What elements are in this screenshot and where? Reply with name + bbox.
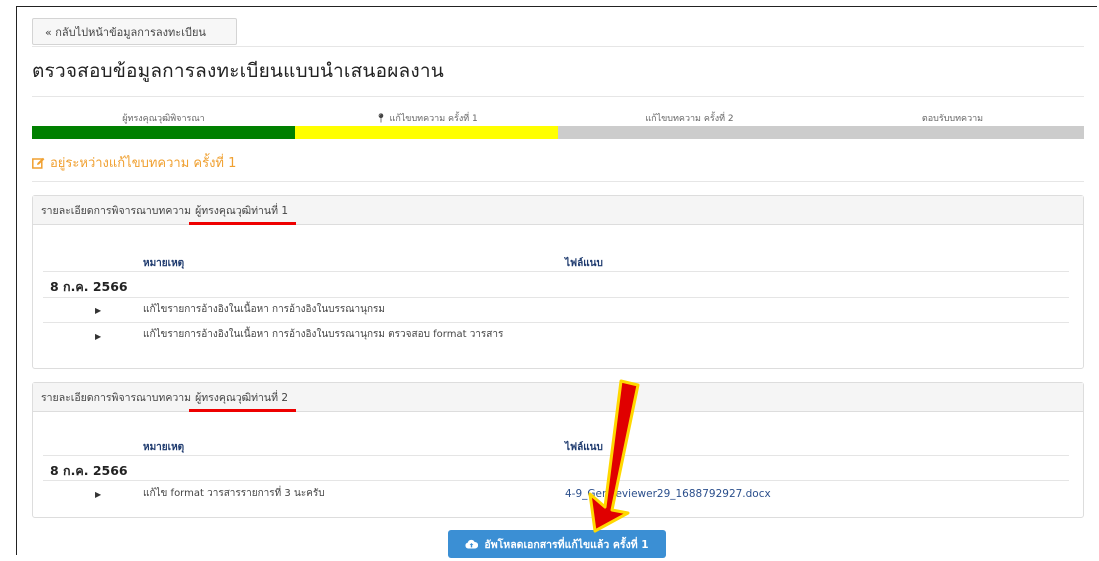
edit-icon: [32, 157, 45, 169]
panel-heading: รายละเอียดการพิจารณาบทความ ผู้ทรงคุณวุฒิ…: [33, 196, 1083, 225]
reviewer-name: ผู้ทรงคุณวุฒิท่านที่ 2: [189, 389, 297, 412]
red-underline-annotation: [189, 408, 297, 412]
attachment-link[interactable]: 4-9_GenReviewer29_1688792927.docx: [565, 488, 771, 500]
red-underline-annotation: [189, 221, 297, 225]
progress-steps: ผู้ทรงคุณวุฒิพิจารณา 📍︎ แก้ไขบทความ ครั้…: [32, 111, 1084, 141]
table-divider: [43, 271, 1069, 272]
step-label-4: ตอบรับบทความ: [921, 114, 984, 124]
column-header-file: ไฟล์แนบ: [565, 442, 603, 453]
upload-button-label: อัพโหลดเอกสารที่แก้ไขแล้ว ครั้งที่ 1: [484, 538, 649, 551]
progress-bar-step-2: [295, 126, 558, 139]
review-date: 8 ก.ค. 2566: [50, 279, 128, 294]
review-panel-2: รายละเอียดการพิจารณาบทความ ผู้ทรงคุณวุฒิ…: [32, 382, 1084, 518]
table-divider: [43, 297, 1069, 298]
back-button-label: « กลับไปหน้าข้อมูลการลงทะเบียน: [45, 25, 206, 39]
list-item: แก้ไขรายการอ้างอิงในเนื้อหา การอ้างอิงใน…: [143, 329, 504, 340]
back-to-registration-button[interactable]: « กลับไปหน้าข้อมูลการลงทะเบียน: [32, 18, 237, 45]
column-header-note: หมายเหตุ: [143, 442, 185, 453]
review-date: 8 ก.ค. 2566: [50, 463, 128, 478]
status-message: อยู่ระหว่างแก้ไขบทความ ครั้งที่ 1: [32, 152, 236, 173]
expand-caret-icon[interactable]: ▶: [95, 490, 101, 499]
table-divider: [43, 480, 1069, 481]
upload-revised-document-button[interactable]: อัพโหลดเอกสารที่แก้ไขแล้ว ครั้งที่ 1: [448, 530, 666, 558]
step-label-3: แก้ไขบทความ ครั้งที่ 2: [645, 114, 734, 124]
column-header-note: หมายเหตุ: [143, 258, 185, 269]
column-header-file: ไฟล์แนบ: [565, 258, 603, 269]
divider: [32, 96, 1084, 97]
progress-bar-step-4: [821, 126, 1084, 139]
list-item: แก้ไขรายการอ้างอิงในเนื้อหา การอ้างอิงใน…: [143, 304, 385, 315]
progress-bar-step-1: [32, 126, 295, 139]
cloud-upload-icon: [465, 539, 479, 549]
table-divider: [43, 455, 1069, 456]
step-label-1: ผู้ทรงคุณวุฒิพิจารณา: [122, 114, 205, 124]
expand-caret-icon[interactable]: ▶: [95, 332, 101, 341]
review-panel-1: รายละเอียดการพิจารณาบทความ ผู้ทรงคุณวุฒิ…: [32, 195, 1084, 369]
divider: [32, 46, 1084, 47]
progress-bar-step-3: [558, 126, 821, 139]
page-title: ตรวจสอบข้อมูลการลงทะเบียนแบบนำเสนอผลงาน: [32, 60, 444, 82]
step-label-2: 📍︎ แก้ไขบทความ ครั้งที่ 1: [375, 114, 478, 124]
reviewer-name: ผู้ทรงคุณวุฒิท่านที่ 1: [189, 202, 297, 225]
divider: [32, 181, 1084, 182]
status-text: อยู่ระหว่างแก้ไขบทความ ครั้งที่ 1: [50, 156, 237, 171]
table-divider: [43, 322, 1069, 323]
list-item: แก้ไข format วารสารรายการที่ 3 นะครับ: [143, 488, 325, 499]
map-marker-icon: 📍︎: [375, 114, 387, 124]
expand-caret-icon[interactable]: ▶: [95, 306, 101, 315]
panel-heading: รายละเอียดการพิจารณาบทความ ผู้ทรงคุณวุฒิ…: [33, 383, 1083, 412]
